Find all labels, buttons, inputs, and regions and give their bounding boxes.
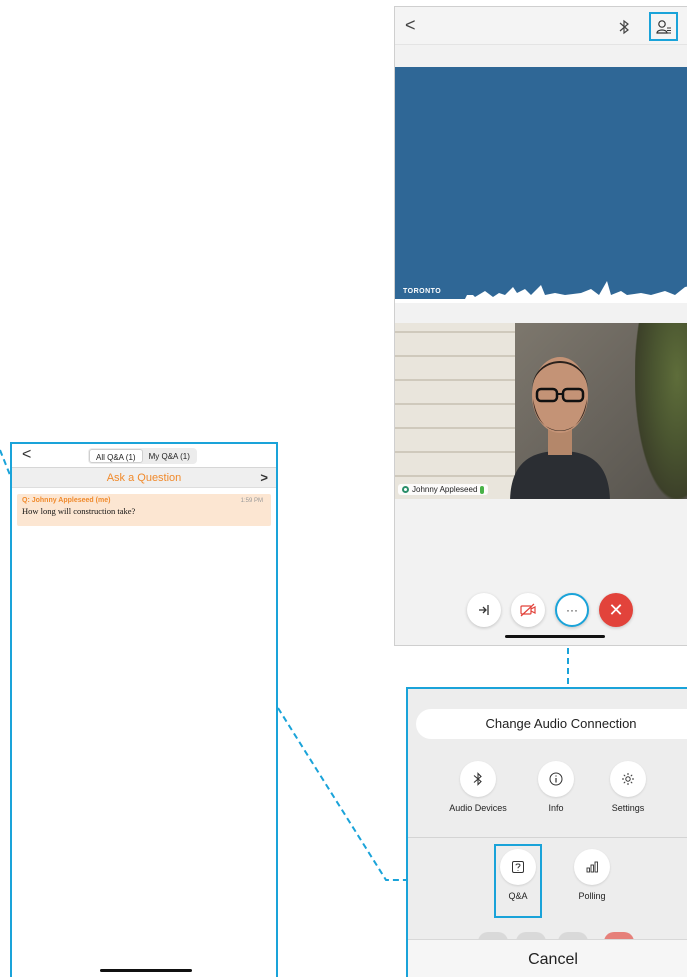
- mic-on-icon: [480, 485, 485, 494]
- menu-divider: [408, 837, 687, 838]
- cancel-button[interactable]: Cancel: [408, 939, 687, 977]
- settings-label: Settings: [611, 803, 645, 813]
- end-call-button[interactable]: ✕: [599, 593, 633, 627]
- question-text: How long will construction take?: [22, 506, 136, 516]
- shared-content: TORONTO: [395, 67, 687, 303]
- more-button[interactable]: ···: [555, 593, 589, 627]
- polling-option[interactable]: Polling: [560, 849, 624, 901]
- back-button[interactable]: <: [405, 15, 416, 36]
- meeting-top-bar: <: [395, 7, 687, 45]
- settings-option[interactable]: Settings: [596, 761, 660, 813]
- change-audio-connection-button[interactable]: Change Audio Connection: [416, 709, 687, 739]
- ask-question-row[interactable]: Ask a Question >: [12, 468, 276, 488]
- video-button[interactable]: [511, 593, 545, 627]
- settings-icon: [610, 761, 646, 797]
- audio-connect-icon: [479, 605, 489, 615]
- meeting-screen: < TORONTO Johnny Appleseed ··· ✕: [394, 6, 687, 646]
- participant-name-tag: Johnny Appleseed: [398, 484, 489, 495]
- question-time: 1:59 PM: [240, 498, 263, 504]
- participant-video[interactable]: Johnny Appleseed: [395, 323, 687, 499]
- back-button[interactable]: <: [22, 446, 31, 464]
- polling-label: Polling: [578, 891, 606, 901]
- audio-devices-option[interactable]: Audio Devices: [446, 761, 510, 813]
- question-author: Q: Johnny Appleseed (me): [22, 497, 111, 504]
- qa-screen: < All Q&A (1) My Q&A (1) Ask a Question …: [10, 442, 278, 977]
- home-indicator: [100, 969, 192, 972]
- brick-wall-background: [395, 323, 515, 499]
- audio-devices-label: Audio Devices: [449, 803, 507, 813]
- video-off-icon: [520, 603, 536, 617]
- bluetooth-icon[interactable]: [617, 19, 631, 35]
- info-label: Info: [548, 803, 564, 813]
- audio-button[interactable]: [467, 593, 501, 627]
- participant-name: Johnny Appleseed: [412, 485, 478, 494]
- meeting-controls: ··· ✕: [467, 593, 633, 627]
- chevron-right-icon: >: [260, 470, 268, 485]
- qa-tab-switcher: All Q&A (1) My Q&A (1): [88, 448, 197, 464]
- qa-highlight-box: [494, 844, 542, 918]
- home-indicator: [505, 635, 605, 638]
- info-icon: [538, 761, 574, 797]
- qa-top-bar: < All Q&A (1) My Q&A (1): [12, 444, 276, 468]
- more-menu-sheet: Change Audio Connection Audio Devices In…: [406, 687, 687, 977]
- end-call-icon: ✕: [608, 599, 624, 620]
- more-icon: ···: [566, 603, 578, 617]
- polling-icon: [574, 849, 610, 885]
- participants-icon: [656, 20, 671, 34]
- bluetooth-icon: [460, 761, 496, 797]
- info-option[interactable]: Info: [524, 761, 588, 813]
- question-card[interactable]: Q: Johnny Appleseed (me) 1:59 PM How lon…: [17, 494, 271, 526]
- presence-icon: [402, 486, 409, 493]
- tab-my-qa[interactable]: My Q&A (1): [143, 449, 196, 463]
- participants-button[interactable]: [649, 12, 678, 41]
- plant-background: [635, 323, 687, 499]
- city-logo: TORONTO: [403, 288, 442, 295]
- participant-image: [510, 357, 610, 499]
- ask-question-label: Ask a Question: [106, 472, 182, 484]
- tab-all-qa[interactable]: All Q&A (1): [89, 449, 143, 463]
